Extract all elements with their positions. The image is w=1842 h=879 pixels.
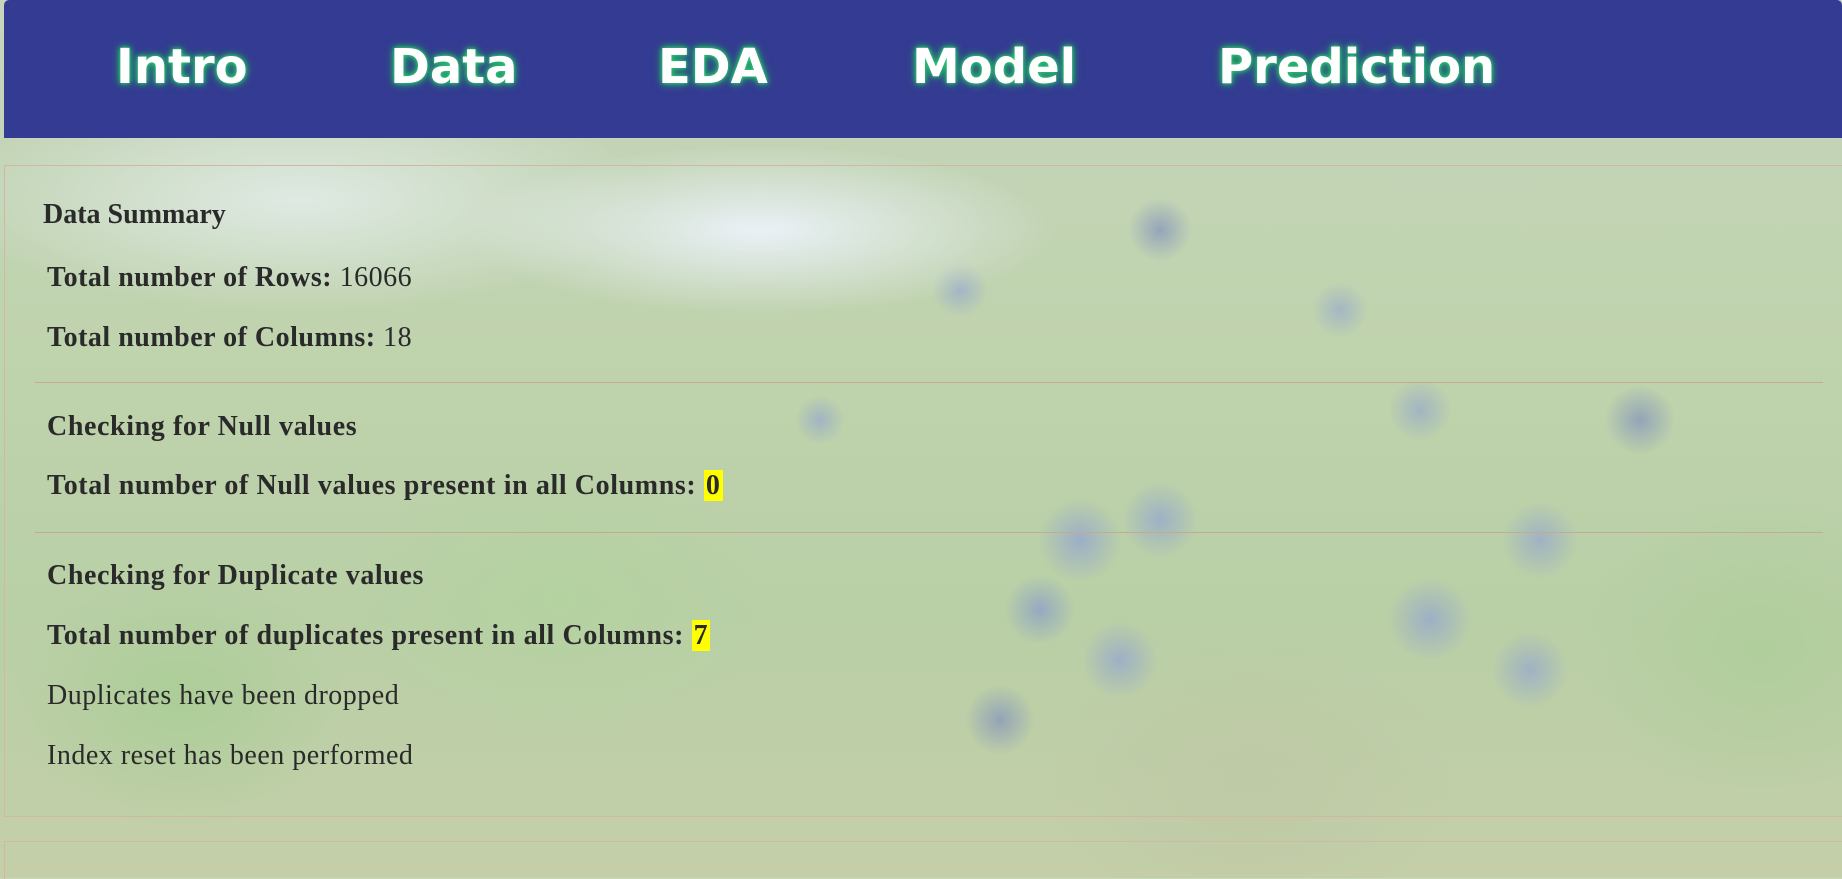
nav-item-data[interactable]: Data: [390, 38, 518, 96]
columns-count-label: Total number of Columns:: [47, 322, 376, 353]
data-summary-panel: Data Summary Total number of Rows: 16066…: [4, 165, 1842, 817]
top-navigation-bar: Intro Data EDA Model Prediction: [4, 0, 1842, 138]
columns-count-line: Total number of Columns: 18: [47, 321, 412, 355]
section-divider: [35, 382, 1823, 383]
rows-count-label: Total number of Rows:: [47, 262, 333, 293]
null-count-line: Total number of Null values present in a…: [47, 469, 723, 503]
columns-count-value: 18: [383, 322, 413, 353]
duplicate-count-line: Total number of duplicates present in al…: [47, 619, 711, 653]
next-panel: [4, 841, 1842, 879]
rows-count-value: 16066: [339, 262, 413, 293]
data-summary-title: Data Summary: [43, 199, 226, 230]
null-check-heading: Checking for Null values: [47, 411, 358, 442]
nav-item-model[interactable]: Model: [912, 38, 1076, 96]
section-divider: [35, 532, 1823, 533]
nav-item-prediction[interactable]: Prediction: [1218, 38, 1495, 96]
null-count-value: 0: [703, 470, 723, 501]
duplicate-check-heading: Checking for Duplicate values: [47, 560, 424, 591]
nav-item-eda[interactable]: EDA: [658, 38, 768, 96]
index-reset-message: Index reset has been performed: [47, 740, 414, 771]
duplicate-count-value: 7: [691, 620, 711, 651]
duplicates-dropped-message: Duplicates have been dropped: [47, 680, 400, 711]
duplicate-count-label: Total number of duplicates present in al…: [47, 620, 685, 651]
nav-item-intro[interactable]: Intro: [116, 38, 248, 96]
null-count-label: Total number of Null values present in a…: [47, 470, 697, 501]
rows-count-line: Total number of Rows: 16066: [47, 261, 412, 295]
